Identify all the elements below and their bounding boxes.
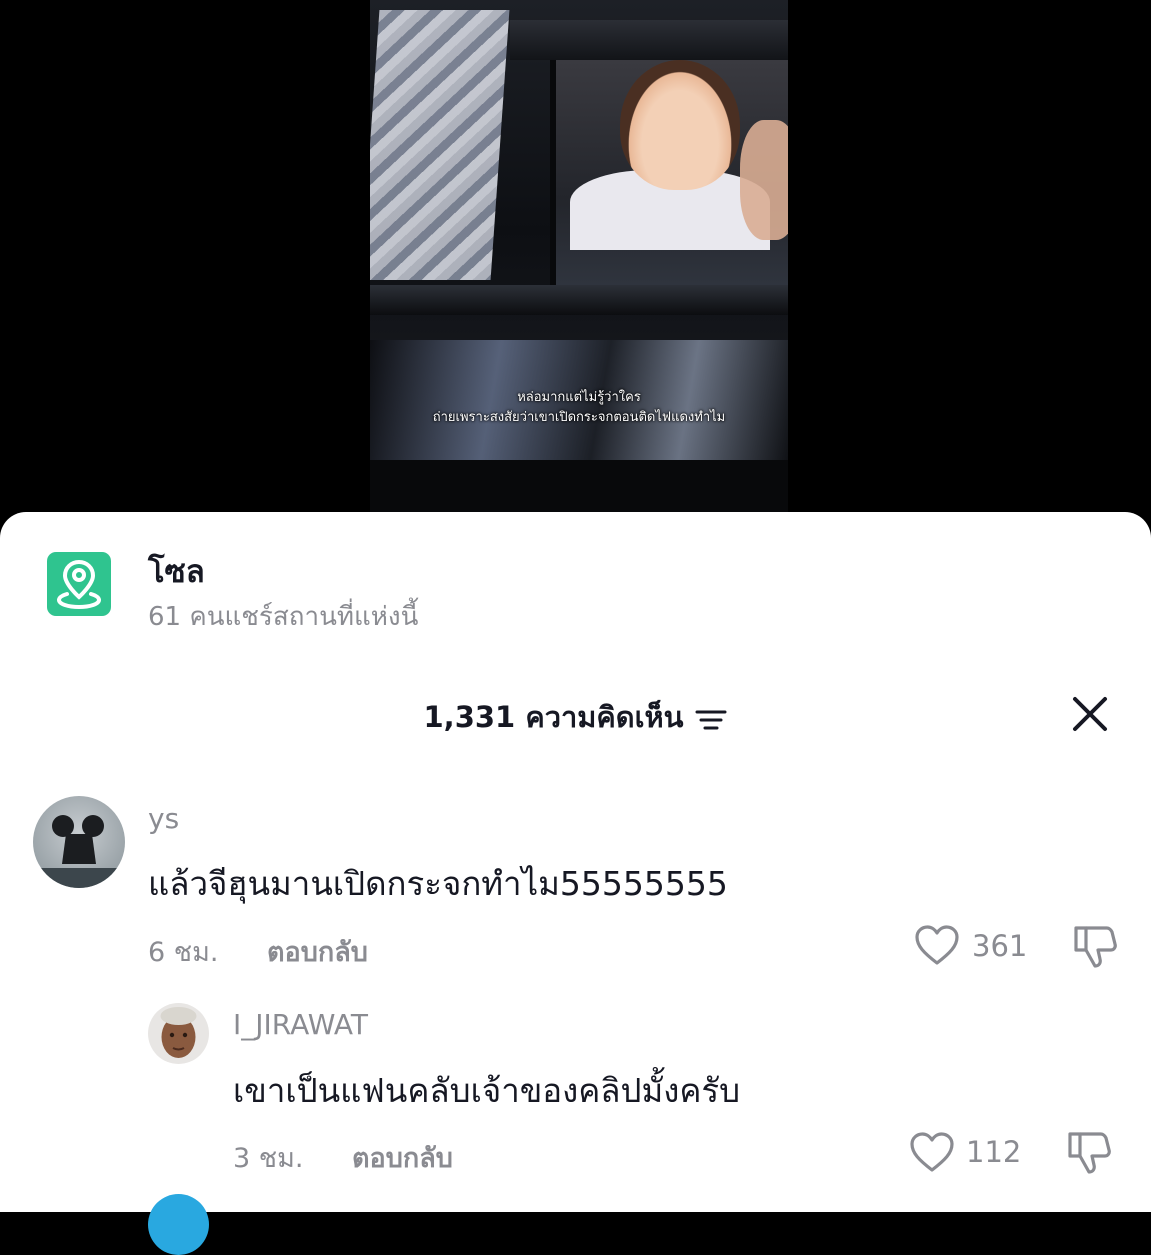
close-icon[interactable]	[1068, 692, 1112, 736]
sort-icon[interactable]	[694, 705, 728, 730]
reply-button[interactable]: ตอบกลับ	[267, 930, 368, 973]
avatar[interactable]	[148, 1194, 209, 1255]
comment-text: เขาเป็นแฟนคลับเจ้าของคลิปมั้งครับ	[233, 1071, 741, 1110]
like-count: 112	[966, 1135, 1022, 1169]
comment-username[interactable]: ys	[148, 802, 179, 835]
heart-icon[interactable]	[909, 1131, 955, 1177]
video-frame	[740, 120, 788, 240]
comments-sheet: โซล 61 คนแชร์สถานที่แห่งนี้ 1,331 ความคิ…	[0, 512, 1151, 1255]
comment-timestamp: 6 ชม.	[148, 937, 219, 968]
video-frame	[510, 20, 788, 60]
comment-username[interactable]: I_JIRAWAT	[233, 1008, 368, 1041]
video-player[interactable]: หล่อมากแต่ไม่รู้ว่าใคร ถ่ายเพราะสงสัยว่า…	[370, 0, 788, 512]
dislike-icon[interactable]	[1072, 924, 1120, 974]
caption-line: ถ่ายเพราะสงสัยว่าเขาเปิดกระจกตอนติดไฟแดง…	[432, 410, 726, 425]
like-count: 361	[972, 929, 1028, 963]
reply-button[interactable]: ตอบกลับ	[352, 1136, 453, 1179]
comment-count-title: 1,331 ความคิดเห็น	[423, 700, 684, 734]
location-pin-icon[interactable]	[47, 552, 111, 616]
comment-timestamp: 3 ชม.	[233, 1143, 304, 1174]
video-frame	[370, 460, 788, 512]
comments-header: 1,331 ความคิดเห็น	[0, 694, 1151, 740]
video-frame	[370, 10, 510, 280]
caption-line: หล่อมากแต่ไม่รู้ว่าใคร	[517, 390, 641, 405]
location-name[interactable]: โซล	[148, 546, 205, 596]
location-share-count: 61 คนแชร์สถานที่แห่งนี้	[148, 602, 419, 632]
video-caption: หล่อมากแต่ไม่รู้ว่าใคร ถ่ายเพราะสงสัยว่า…	[370, 388, 788, 428]
dislike-icon[interactable]	[1066, 1130, 1114, 1180]
avatar[interactable]	[148, 1003, 209, 1064]
comment-text: แล้วจีฮุนมานเปิดกระจกทำไม55555555	[148, 864, 728, 903]
avatar[interactable]	[33, 796, 125, 888]
video-frame	[620, 60, 740, 190]
heart-icon[interactable]	[914, 924, 960, 970]
video-frame	[370, 285, 788, 315]
